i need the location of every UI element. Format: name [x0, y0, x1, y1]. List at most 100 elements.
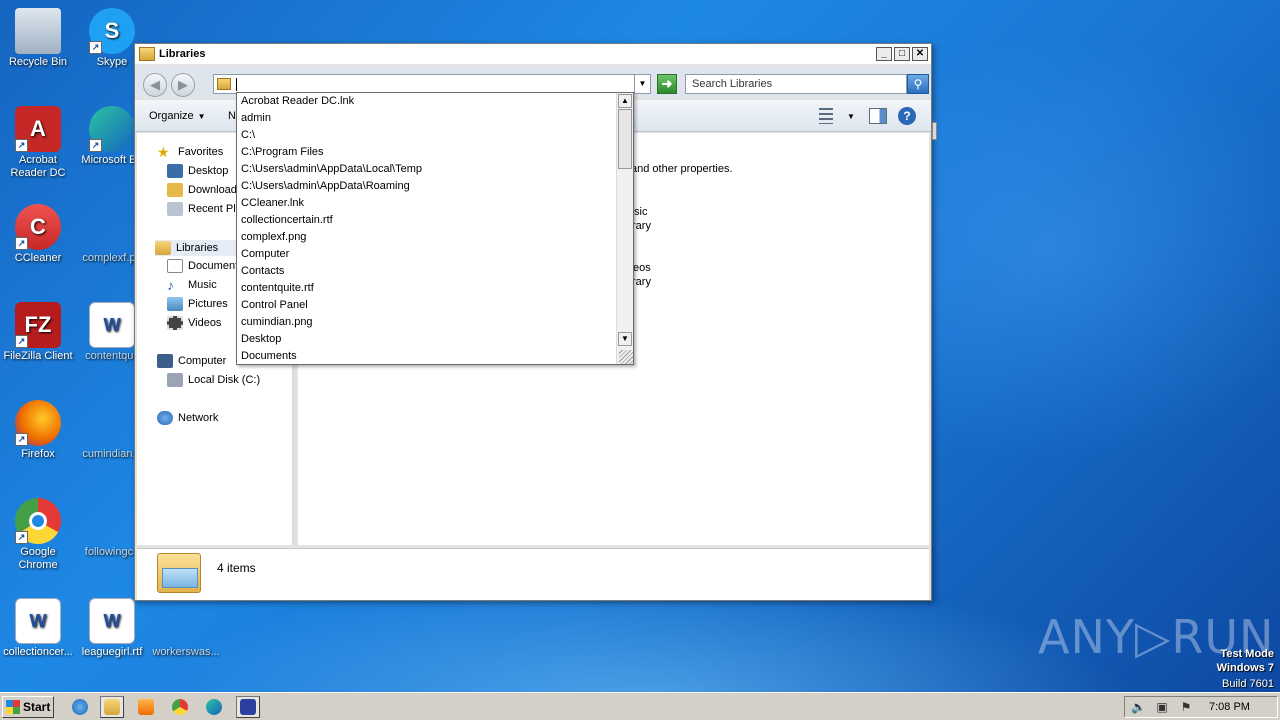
image-file-icon — [89, 400, 135, 446]
window-controls: _ □ ✕ — [876, 47, 928, 61]
title-bar[interactable]: Libraries _ □ ✕ — [135, 44, 931, 64]
desktop-icon-workerswas[interactable]: workerswas... — [148, 598, 224, 659]
edge-icon — [206, 699, 222, 715]
nav-videos[interactable]: Videos — [167, 316, 221, 330]
desktop-icon-acrobat[interactable]: A ↗ Acrobat Reader DC — [0, 106, 76, 180]
autocomplete-item[interactable]: C:\Users\admin\AppData\Roaming — [241, 178, 617, 195]
network-status-icon[interactable]: ▣ — [1155, 700, 1169, 714]
scroll-thumb[interactable] — [618, 109, 632, 169]
autocomplete-item[interactable]: admin — [241, 110, 617, 127]
autocomplete-item[interactable]: collectioncertain.rtf — [241, 212, 617, 229]
preview-pane-icon[interactable] — [869, 108, 887, 124]
desktop-icon-ccleaner[interactable]: C ↗ CCleaner — [0, 204, 76, 265]
nav-desktop[interactable]: Desktop — [167, 164, 228, 178]
autocomplete-item[interactable]: Contacts — [241, 263, 617, 280]
test-mode-label: Test Mode — [1220, 648, 1274, 660]
clock[interactable]: 7:08 PM — [1209, 701, 1250, 713]
view-options-chevron-icon[interactable]: ▼ — [847, 112, 855, 121]
autocomplete-item[interactable]: Documents — [241, 348, 617, 365]
image-file-icon — [89, 204, 135, 250]
go-button[interactable]: ➜ — [657, 74, 677, 94]
item-count: 4 items — [217, 561, 256, 575]
taskbar: Start 🔈 ▣ ⚑ 7:08 PM — [0, 692, 1280, 720]
change-view-icon[interactable] — [819, 108, 833, 124]
desktop-icon — [167, 164, 183, 178]
help-icon[interactable]: ? — [898, 107, 916, 125]
computer-icon — [157, 354, 173, 368]
address-folder-icon — [217, 78, 231, 90]
nav-recent-places[interactable]: Recent Pla — [167, 202, 242, 216]
autocomplete-scrollbar[interactable]: ▲ ▼ — [616, 93, 633, 364]
desktop-icon-chrome[interactable]: ↗ Google Chrome — [0, 498, 76, 572]
os-label: Windows 7 — [1216, 662, 1274, 674]
autocomplete-item[interactable]: C:\Users\admin\AppData\Local\Temp — [241, 161, 617, 178]
background-window-edge — [932, 122, 937, 140]
nav-downloads[interactable]: Downloads — [167, 183, 242, 197]
autocomplete-item[interactable]: C:\Program Files — [241, 144, 617, 161]
address-bar[interactable]: ▼ — [213, 74, 651, 94]
star-icon: ★ — [157, 144, 170, 160]
explorer-folder-icon — [104, 699, 120, 715]
edge-icon: ↗ — [89, 106, 135, 152]
taskbar-explorer[interactable] — [100, 696, 124, 718]
desktop-icon-firefox[interactable]: ↗ Firefox — [0, 400, 76, 461]
taskbar-chrome[interactable] — [168, 696, 192, 718]
scroll-down-arrow-icon[interactable]: ▼ — [618, 332, 632, 346]
nav-favorites[interactable]: ★ Favorites — [157, 145, 223, 159]
autocomplete-item[interactable]: Control Panel — [241, 297, 617, 314]
library-description-fragment: and other properties. — [631, 163, 733, 175]
network-icon — [157, 411, 173, 425]
desktop-icon-filezilla[interactable]: FZ ↗ FileZilla Client — [0, 302, 76, 363]
media-player-icon — [138, 699, 154, 715]
autocomplete-item[interactable]: C:\ — [241, 127, 617, 144]
close-button[interactable]: ✕ — [912, 47, 928, 61]
minimize-button[interactable]: _ — [876, 47, 892, 61]
window-title: Libraries — [159, 48, 206, 60]
desktop-icon-recycle-bin[interactable]: Recycle Bin — [0, 8, 76, 69]
organize-button[interactable]: Organize ▼ — [149, 110, 206, 122]
music-icon: ♪ — [167, 277, 174, 293]
scroll-up-arrow-icon[interactable]: ▲ — [618, 94, 632, 108]
back-button[interactable]: ◀ — [143, 73, 167, 97]
autocomplete-item[interactable]: Desktop — [241, 331, 617, 348]
forward-button[interactable]: ▶ — [171, 73, 195, 97]
autocomplete-item[interactable]: Acrobat Reader DC.lnk — [241, 93, 617, 110]
videos-icon — [167, 316, 183, 330]
autocomplete-item[interactable]: contentquite.rtf — [241, 280, 617, 297]
search-icon[interactable]: ⚲ — [907, 74, 929, 94]
chrome-icon — [172, 699, 188, 715]
taskbar-edge[interactable] — [202, 696, 226, 718]
maximize-button[interactable]: □ — [894, 47, 910, 61]
nav-network[interactable]: Network — [157, 411, 218, 425]
pictures-icon — [167, 297, 183, 311]
address-dropdown-button[interactable]: ▼ — [634, 75, 650, 93]
taskbar-media-player[interactable] — [134, 696, 158, 718]
firefox-icon: ↗ — [15, 400, 61, 446]
new-library-button[interactable]: N — [228, 110, 236, 122]
nav-documents[interactable]: Document — [167, 259, 238, 273]
nav-pictures[interactable]: Pictures — [167, 297, 228, 311]
taskbar-app[interactable] — [236, 696, 260, 718]
recycle-bin-icon — [15, 8, 61, 54]
start-button[interactable]: Start — [2, 696, 54, 718]
resize-grip[interactable] — [619, 350, 633, 364]
autocomplete-item[interactable]: CCleaner.lnk — [241, 195, 617, 212]
nav-music[interactable]: ♪ Music — [167, 278, 217, 292]
search-input[interactable]: Search Libraries — [685, 74, 907, 94]
nav-local-disk[interactable]: Local Disk (C:) — [167, 373, 260, 387]
autocomplete-item[interactable]: Computer — [241, 246, 617, 263]
nav-computer[interactable]: Computer — [157, 354, 226, 368]
documents-icon — [167, 259, 183, 273]
skype-icon: S ↗ — [89, 8, 135, 54]
videos-library-fragment-a: eos — [633, 262, 651, 274]
text-caret — [236, 78, 237, 91]
music-library-fragment-b: rary — [632, 220, 651, 232]
action-center-flag-icon[interactable]: ⚑ — [1179, 700, 1193, 714]
taskbar-ie[interactable] — [68, 696, 92, 718]
volume-icon[interactable]: 🔈 — [1131, 700, 1146, 714]
word-doc-icon: W — [15, 598, 61, 644]
autocomplete-item[interactable]: complexf.png — [241, 229, 617, 246]
autocomplete-item[interactable]: cumindian.png — [241, 314, 617, 331]
desktop-icon-collectioncertain[interactable]: W collectioncer... — [0, 598, 76, 659]
desktop-icon-leaguegirl[interactable]: W leaguegirl.rtf — [74, 598, 150, 659]
